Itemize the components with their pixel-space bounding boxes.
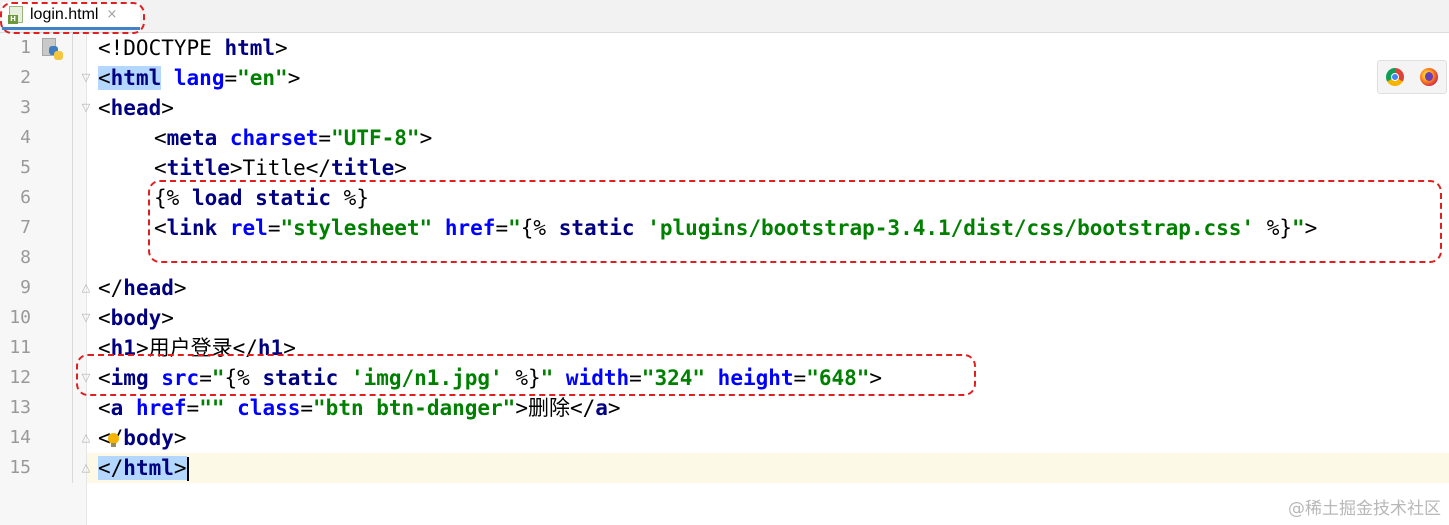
line-number: 4: [20, 127, 31, 148]
fold-marker-icon[interactable]: △: [80, 281, 92, 294]
code-line[interactable]: 4 <meta charset="UTF-8">: [0, 123, 1449, 153]
current-line-highlight: [87, 453, 1449, 483]
line-number: 5: [20, 157, 31, 178]
firefox-icon[interactable]: [1420, 68, 1438, 86]
line-number: 11: [9, 337, 31, 358]
editor-tab-bar: H login.html ×: [0, 0, 1449, 33]
line-number: 14: [9, 427, 31, 448]
line-number: 8: [20, 247, 31, 268]
line-number: 2: [20, 67, 31, 88]
line-number: 6: [20, 187, 31, 208]
fold-marker-icon[interactable]: ▽: [80, 101, 92, 114]
lightbulb-icon[interactable]: [108, 433, 119, 447]
fold-marker-icon[interactable]: △: [80, 431, 92, 444]
code-line[interactable]: 9 △ </head>: [0, 273, 1449, 303]
code-line[interactable]: 2 ▽ <html lang="en">: [0, 63, 1449, 93]
watermark: @稀土掘金技术社区: [1288, 499, 1441, 519]
code-line[interactable]: 5 <title>Title</title>: [0, 153, 1449, 183]
code-line[interactable]: 13 <a href="" class="btn btn-danger">删除</…: [0, 393, 1449, 423]
code-text: <html lang="en">: [98, 66, 301, 90]
code-text: <body>: [98, 306, 174, 330]
line-number: 13: [9, 397, 31, 418]
line-number: 1: [20, 37, 31, 58]
line-number: 15: [9, 457, 31, 478]
fold-marker-icon[interactable]: ▽: [80, 311, 92, 324]
line-number: 10: [9, 307, 31, 328]
fold-marker-icon[interactable]: ▽: [80, 71, 92, 84]
line-number: 12: [9, 367, 31, 388]
line-number: 9: [20, 277, 31, 298]
annotation-img-line-outline: [76, 354, 976, 396]
text-cursor: [186, 457, 189, 481]
code-text: <a href="" class="btn btn-danger">删除</a>: [98, 396, 621, 420]
code-line[interactable]: 14△</body>: [0, 423, 1449, 453]
annotation-tab-outline: [0, 2, 145, 34]
code-line[interactable]: 10 ▽ <body>: [0, 303, 1449, 333]
code-text: <title>Title</title>: [154, 156, 407, 180]
code-line[interactable]: 1 <!DOCTYPE html>: [0, 33, 1449, 63]
code-text: <!DOCTYPE html>: [98, 36, 288, 60]
annotation-static-block-outline: [148, 180, 1442, 263]
code-text: </html>: [98, 456, 189, 481]
fold-marker-icon[interactable]: △: [80, 461, 92, 474]
line-number: 3: [20, 97, 31, 118]
code-text: </head>: [98, 276, 187, 300]
code-line[interactable]: 3 ▽ <head>: [0, 93, 1449, 123]
code-text: <head>: [98, 96, 174, 120]
browser-preview-toolbar: [1377, 60, 1447, 94]
line-number: 7: [20, 217, 31, 238]
code-line[interactable]: 15 △ </html>: [0, 453, 1449, 483]
chrome-icon[interactable]: [1386, 68, 1404, 86]
code-text: <meta charset="UTF-8">: [154, 126, 433, 150]
